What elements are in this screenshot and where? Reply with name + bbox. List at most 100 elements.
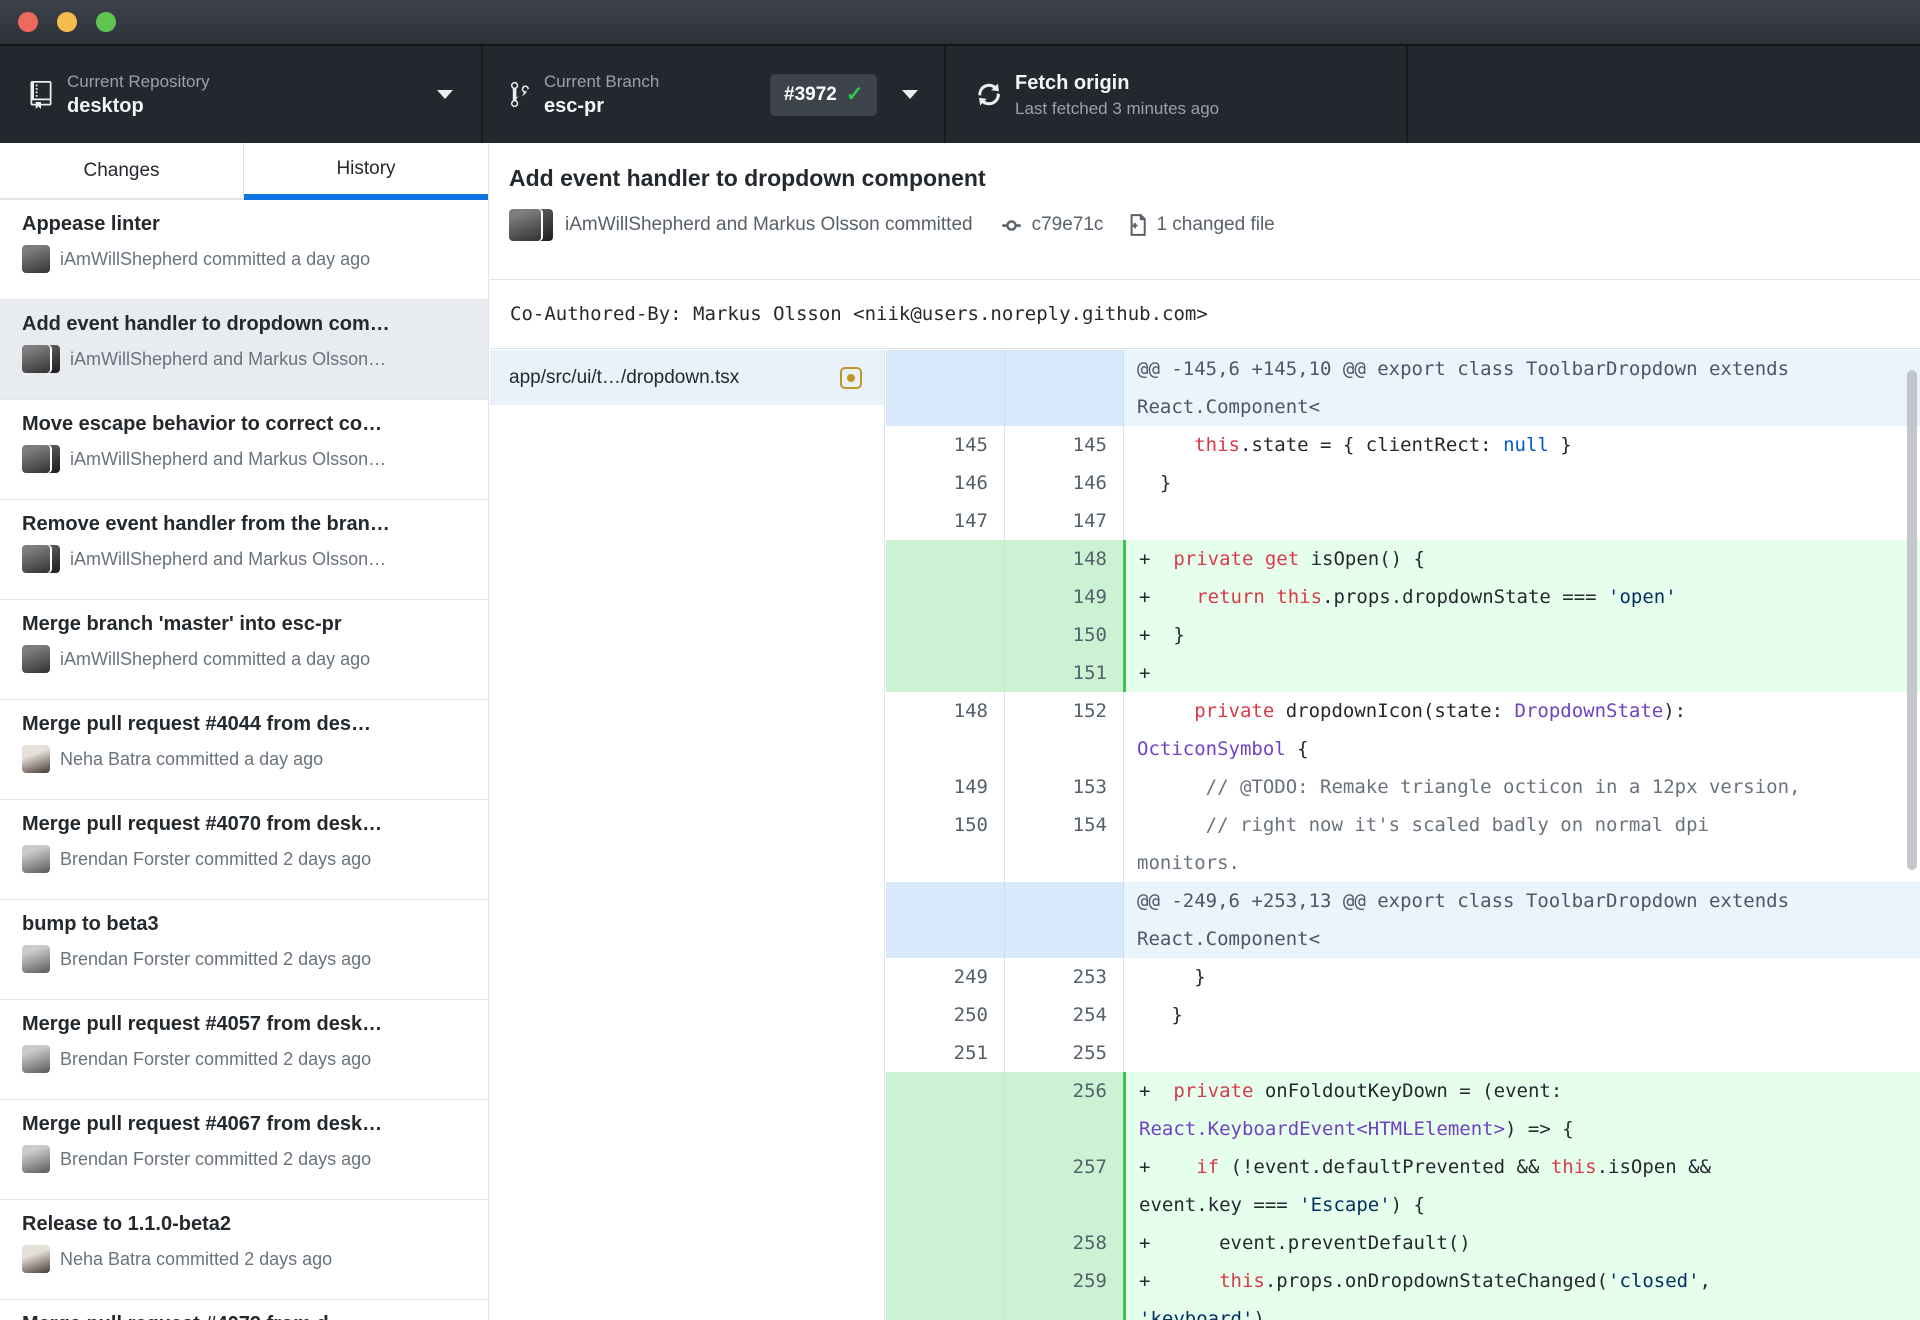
scrollbar-thumb[interactable]	[1907, 370, 1917, 870]
old-line-number	[886, 1224, 1005, 1262]
new-line-number: 146	[1005, 464, 1124, 502]
new-line-number: 148	[1005, 540, 1126, 578]
commit-list-item[interactable]: Merge pull request #4072 from d…	[0, 1300, 488, 1320]
titlebar	[0, 0, 1920, 46]
fetch-origin-button[interactable]: Fetch origin Last fetched 3 minutes ago	[946, 46, 1408, 143]
file-path: app/src/ui/t…/dropdown.tsx	[509, 366, 740, 388]
new-line-number	[1005, 882, 1124, 958]
avatar	[22, 1045, 50, 1073]
avatar	[22, 245, 50, 273]
old-line-number	[886, 616, 1005, 654]
commit-list-item-byline: iAmWillShepherd and Markus Olsson…	[70, 548, 387, 569]
commit-list-item[interactable]: Add event handler to dropdown com… iAmWil…	[0, 300, 488, 400]
commit-list-item-byline: Brendan Forster committed 2 days ago	[60, 848, 372, 869]
commit-list-item-title: Remove event handler from the bran…	[22, 513, 390, 535]
commit-list-item[interactable]: Release to 1.1.0-beta2 Neha Batra committ…	[0, 1200, 488, 1300]
commit-title: Add event handler to dropdown component	[509, 165, 986, 191]
old-line-number	[886, 1262, 1005, 1320]
modified-file-icon	[840, 366, 862, 389]
commit-list-item-title: bump to beta3	[22, 913, 159, 935]
pull-request-number: #3972	[784, 83, 837, 105]
commit-description: Co-Authored-By: Markus Olsson <niik@user…	[490, 280, 1920, 349]
branch-label: Current Branch	[544, 71, 660, 91]
commit-meta: iAmWillShepherd and Markus Olsson commit…	[509, 209, 1920, 241]
git-commit-icon	[1001, 219, 1021, 231]
commit-list-item[interactable]: bump to beta3 Brendan Forster committed 2…	[0, 900, 488, 1000]
commit-list-item-title: Merge pull request #4057 from desk…	[22, 1013, 383, 1035]
new-line-number: 258	[1005, 1224, 1126, 1262]
git-branch-icon	[511, 81, 529, 108]
old-line-number: 147	[886, 502, 1005, 540]
changed-files-panel: app/src/ui/t…/dropdown.tsx	[490, 350, 885, 1320]
diff-line-content: }	[1137, 966, 1206, 988]
commit-list-item-byline: Neha Batra committed a day ago	[60, 748, 324, 769]
old-line-number	[886, 1072, 1005, 1148]
commit-list-item[interactable]: Merge pull request #4070 from desk… Brend…	[0, 800, 488, 900]
new-line-number: 147	[1005, 502, 1124, 540]
file-diff-icon	[1131, 214, 1147, 236]
commit-list-item-byline: iAmWillShepherd and Markus Olsson…	[70, 348, 387, 369]
diff-line: 149 153 // @TODO: Remake triangle octicon…	[886, 768, 1920, 806]
pull-request-badge: #3972	[770, 73, 878, 116]
new-line-number: 145	[1005, 426, 1124, 464]
diff-line-content: }	[1137, 1004, 1183, 1026]
diff-line-content: this.state = { clientRect: null }	[1194, 434, 1572, 456]
maximize-button[interactable]	[96, 12, 116, 32]
commit-list-item-title: Merge pull request #4044 from des…	[22, 713, 372, 735]
commit-list-item-meta: iAmWillShepherd committed a day ago	[22, 245, 470, 273]
diff-line: 151 +	[886, 654, 1920, 692]
commit-list-item[interactable]: Merge pull request #4057 from desk… Brend…	[0, 1000, 488, 1100]
new-line-number: 253	[1005, 958, 1124, 996]
diff-line: 257 + if (!event.defaultPrevented && this…	[886, 1148, 1920, 1224]
commit-list-item-title: Merge pull request #4072 from d…	[22, 1313, 470, 1320]
commit-list-item-title: Move escape behavior to correct co…	[22, 413, 383, 435]
avatar	[22, 845, 50, 873]
diff-line: 256 + private onFoldoutKeyDown = (event: …	[886, 1072, 1920, 1148]
avatar	[22, 645, 50, 673]
repository-switcher-button[interactable]: Current Repository desktop	[0, 46, 483, 143]
diff-line-content: @@ -145,6 +145,10 @@ export class Toolba…	[1137, 358, 1801, 418]
commit-list-item-byline: iAmWillShepherd committed a day ago	[60, 248, 371, 269]
commit-list-item-meta: Brendan Forster committed 2 days ago	[22, 945, 470, 973]
avatar	[509, 209, 553, 241]
new-line-number: 254	[1005, 996, 1124, 1034]
commit-list-item[interactable]: Merge pull request #4067 from desk… Brend…	[0, 1100, 488, 1200]
commit-list-item[interactable]: Remove event handler from the bran… iAmWi…	[0, 500, 488, 600]
minimize-button[interactable]	[57, 12, 77, 32]
branch-switcher-button[interactable]: Current Branch esc-pr #3972	[483, 46, 946, 143]
commit-list-item-meta: Brendan Forster committed 2 days ago	[22, 1045, 470, 1073]
commit-list-item[interactable]: Merge pull request #4044 from des… Neha B…	[0, 700, 488, 800]
diff-view: @@ -145,6 +145,10 @@ export class Toolba…	[886, 350, 1920, 1320]
new-line-number: 259	[1005, 1262, 1126, 1320]
diff-line-content: @@ -249,6 +253,13 @@ export class Toolba…	[1137, 890, 1801, 950]
commit-list-item-byline: Brendan Forster committed 2 days ago	[60, 948, 372, 969]
old-line-number	[886, 350, 1005, 426]
old-line-number	[886, 1148, 1005, 1224]
old-line-number: 250	[886, 996, 1005, 1034]
close-button[interactable]	[18, 12, 38, 32]
old-line-number: 146	[886, 464, 1005, 502]
commit-list-item[interactable]: Move escape behavior to correct co… iAmWi…	[0, 400, 488, 500]
old-line-number: 149	[886, 768, 1005, 806]
commit-sha: c79e71c	[1031, 214, 1104, 235]
tab-history[interactable]: History	[244, 143, 488, 200]
file-list-item[interactable]: app/src/ui/t…/dropdown.tsx	[490, 350, 884, 405]
commit-list-item[interactable]: Merge branch 'master' into esc-pr iAmWill…	[0, 600, 488, 700]
diff-line-content: + this.props.onDropdownStateChanged('clo…	[1139, 1270, 1723, 1320]
old-line-number	[886, 578, 1005, 616]
diff-line-content: }	[1137, 472, 1172, 494]
old-line-number: 148	[886, 692, 1005, 768]
commit-list-item-title: Appease linter	[22, 213, 160, 235]
commit-summary: Add event handler to dropdown component …	[490, 143, 1920, 280]
commit-list-item[interactable]: Appease linter iAmWillShepherd committed …	[0, 200, 488, 300]
tab-changes[interactable]: Changes	[0, 143, 244, 200]
avatar	[22, 1245, 50, 1273]
new-line-number: 153	[1005, 768, 1124, 806]
diff-line: 147 147	[886, 502, 1920, 540]
repo-name: desktop	[67, 94, 144, 117]
diff-line-content: + return this.props.dropdownState === 'o…	[1139, 586, 1677, 608]
diff-lines: @@ -145,6 +145,10 @@ export class Toolba…	[886, 350, 1920, 1320]
commit-list-item-title: Add event handler to dropdown com…	[22, 313, 390, 335]
old-line-number	[886, 654, 1005, 692]
old-line-number	[886, 882, 1005, 958]
